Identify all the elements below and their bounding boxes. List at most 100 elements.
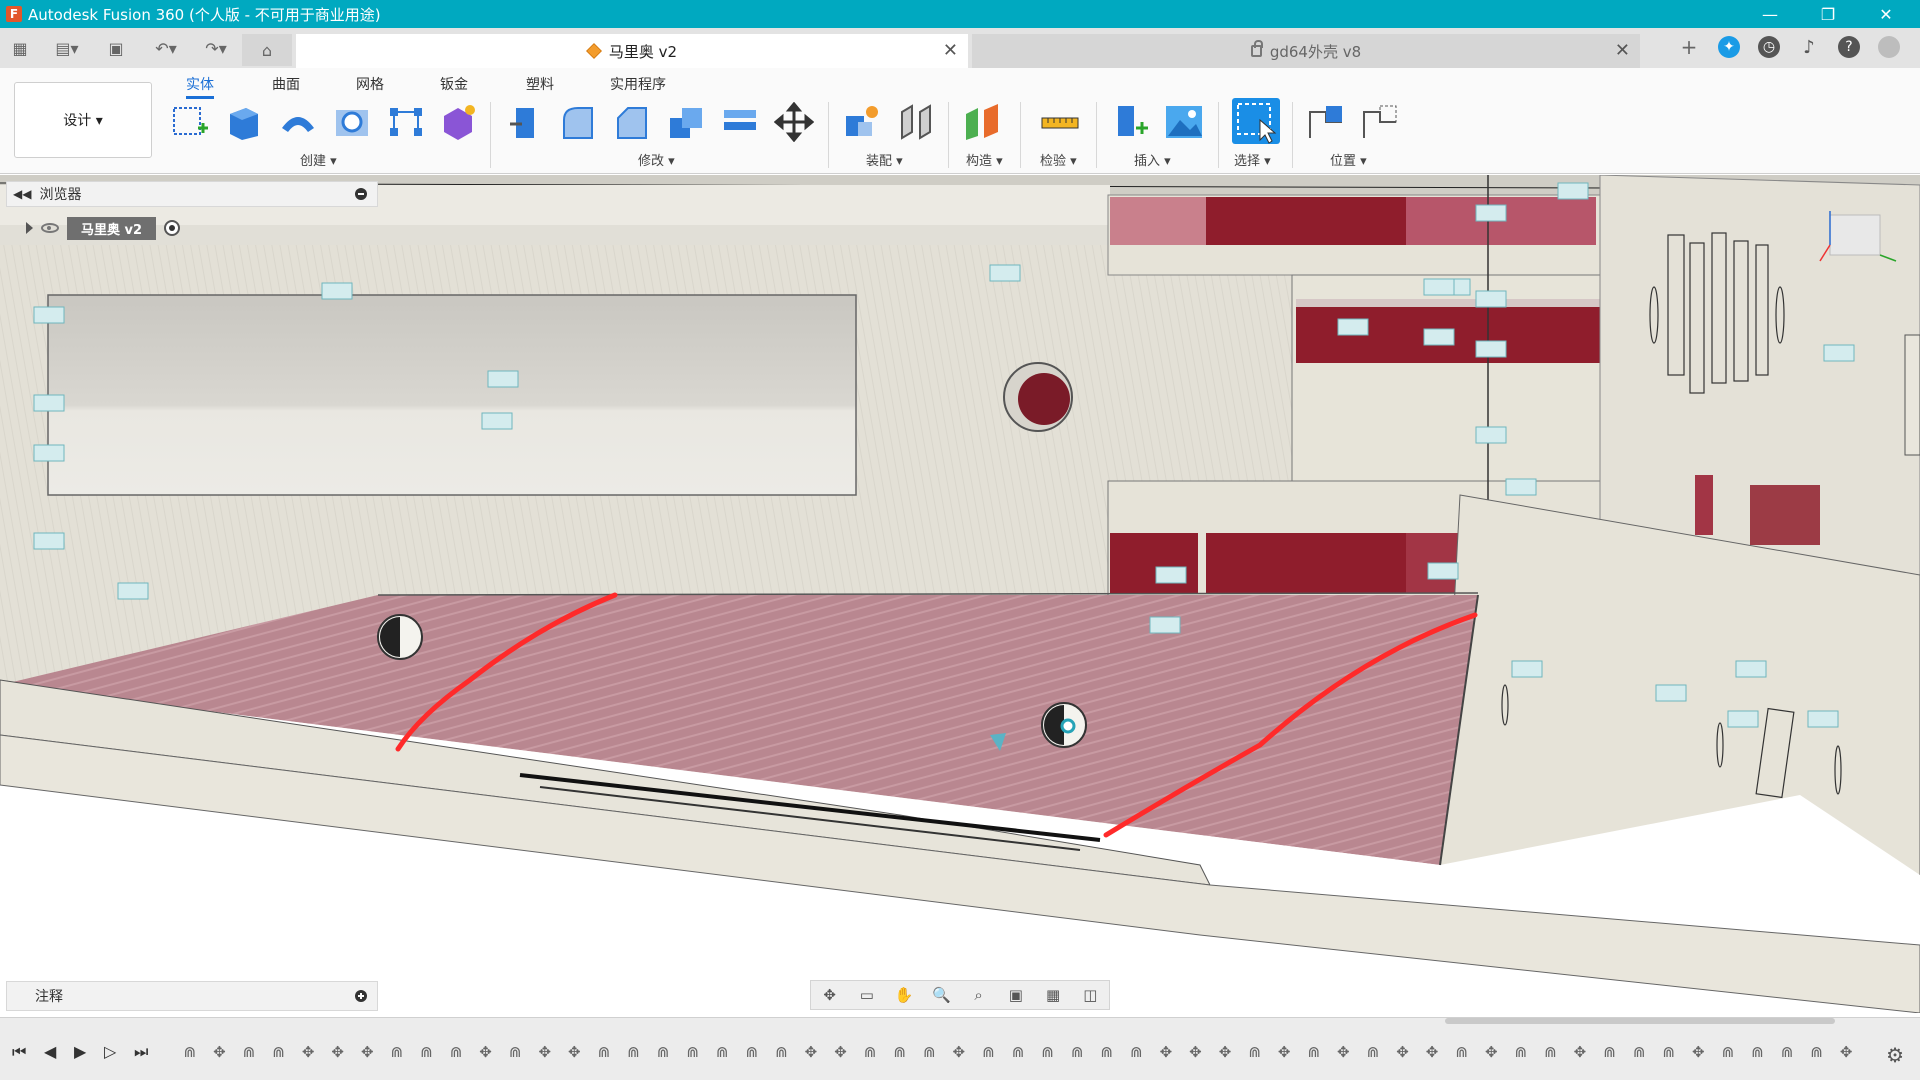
display-settings-icon[interactable]: ▣ xyxy=(1007,986,1025,1004)
press-pull-icon[interactable] xyxy=(506,102,546,142)
first-icon[interactable]: ⏮ xyxy=(12,1042,26,1062)
restore-button[interactable]: ❐ xyxy=(1800,0,1856,28)
timeline-joint-feature-icon[interactable]: ⋒ xyxy=(858,1041,882,1063)
close-tab-icon[interactable]: ✕ xyxy=(943,40,958,61)
timeline-joint-feature-icon[interactable]: ⋒ xyxy=(740,1041,764,1063)
tab-gd64-shell-v8[interactable]: gd64外壳 v8 ✕ xyxy=(972,34,1640,68)
model-canvas[interactable] xyxy=(0,175,1920,1013)
browser-panel[interactable]: ◀◀ 浏览器 xyxy=(6,181,378,207)
group-modify[interactable]: 修改 ▾ xyxy=(638,150,675,169)
timeline-joint-feature-icon[interactable]: ⋒ xyxy=(770,1041,794,1063)
timeline-joint-feature-icon[interactable]: ⋒ xyxy=(237,1041,261,1063)
timeline-move-feature-icon[interactable]: ✥ xyxy=(474,1041,498,1063)
zoom-window-icon[interactable]: ⌕ xyxy=(970,986,988,1004)
timeline-joint-feature-icon[interactable]: ⋒ xyxy=(1125,1041,1149,1063)
last-icon[interactable]: ⏭ xyxy=(134,1042,148,1062)
hole-icon[interactable] xyxy=(332,102,372,142)
timeline-move-feature-icon[interactable]: ✥ xyxy=(1568,1041,1592,1063)
timeline-joint-feature-icon[interactable]: ⋒ xyxy=(710,1041,734,1063)
timeline-joint-feature-icon[interactable]: ⋒ xyxy=(1065,1041,1089,1063)
timeline-move-feature-icon[interactable]: ✥ xyxy=(1420,1041,1444,1063)
timeline-move-feature-icon[interactable]: ✥ xyxy=(799,1041,823,1063)
timeline-move-feature-icon[interactable]: ✥ xyxy=(1686,1041,1710,1063)
timeline-joint-feature-icon[interactable]: ⋒ xyxy=(1361,1041,1385,1063)
timeline-joint-feature-icon[interactable]: ⋒ xyxy=(1598,1041,1622,1063)
viewports-icon[interactable]: ◫ xyxy=(1081,986,1099,1004)
timeline-move-feature-icon[interactable]: ✥ xyxy=(1479,1041,1503,1063)
timeline-joint-feature-icon[interactable]: ⋒ xyxy=(651,1041,675,1063)
chamfer-icon[interactable] xyxy=(612,102,652,142)
home-icon[interactable]: ⌂ xyxy=(242,34,292,66)
group-inspect[interactable]: 检验 ▾ xyxy=(1040,150,1077,169)
revert-position-icon[interactable] xyxy=(1360,102,1400,142)
timeline-joint-feature-icon[interactable]: ⋒ xyxy=(385,1041,409,1063)
data-panel-grid-icon[interactable]: ▦ xyxy=(8,36,32,60)
select-tool-icon[interactable] xyxy=(1232,98,1280,144)
previous-icon[interactable]: ◀ xyxy=(44,1042,56,1061)
orbit-icon[interactable]: ✥ xyxy=(821,986,839,1004)
model-viewport[interactable] xyxy=(0,175,1920,1013)
file-menu-icon[interactable]: ▤▾ xyxy=(50,36,84,60)
timeline-joint-feature-icon[interactable]: ⋒ xyxy=(1006,1041,1030,1063)
insert-image-icon[interactable] xyxy=(1164,102,1204,142)
timeline-joint-feature-icon[interactable]: ⋒ xyxy=(888,1041,912,1063)
settings-gear-icon[interactable]: ⚙ xyxy=(1886,1043,1904,1067)
tab-mesh[interactable]: 网格 xyxy=(356,74,384,94)
combine-icon[interactable] xyxy=(720,102,760,142)
timeline-move-feature-icon[interactable]: ✥ xyxy=(1154,1041,1178,1063)
timeline-move-feature-icon[interactable]: ✥ xyxy=(1391,1041,1415,1063)
timeline-move-feature-icon[interactable]: ✥ xyxy=(1332,1041,1356,1063)
timeline-joint-feature-icon[interactable]: ⋒ xyxy=(503,1041,527,1063)
user-avatar[interactable] xyxy=(1878,36,1900,58)
fillet-icon[interactable] xyxy=(558,102,598,142)
job-status-icon[interactable]: ◷ xyxy=(1758,36,1780,58)
timeline-joint-feature-icon[interactable]: ⋒ xyxy=(1036,1041,1060,1063)
root-component-label[interactable]: 马里奥 v2 xyxy=(67,216,157,240)
timeline-joint-feature-icon[interactable]: ⋒ xyxy=(444,1041,468,1063)
notifications-bell-icon[interactable]: ♪ xyxy=(1798,36,1820,58)
extrude-icon[interactable] xyxy=(224,102,264,142)
timeline-joint-feature-icon[interactable]: ⋒ xyxy=(1509,1041,1533,1063)
capture-position-icon[interactable] xyxy=(1306,102,1346,142)
extensions-icon[interactable]: ✦ xyxy=(1718,36,1740,58)
tab-surface[interactable]: 曲面 xyxy=(272,74,300,94)
workspace-switcher-button[interactable]: 设计 ▾ xyxy=(14,82,152,158)
timeline-move-feature-icon[interactable]: ✥ xyxy=(1834,1041,1858,1063)
group-assemble[interactable]: 装配 ▾ xyxy=(866,150,903,169)
browser-root-node[interactable]: 马里奥 v2 xyxy=(26,216,181,240)
group-create[interactable]: 创建 ▾ xyxy=(300,150,337,169)
measure-icon[interactable] xyxy=(1040,102,1080,142)
timeline-joint-feature-icon[interactable]: ⋒ xyxy=(267,1041,291,1063)
grid-icon[interactable]: ▦ xyxy=(1044,986,1062,1004)
timeline-move-feature-icon[interactable]: ✥ xyxy=(296,1041,320,1063)
timeline-joint-feature-icon[interactable]: ⋒ xyxy=(622,1041,646,1063)
visibility-eye-icon[interactable] xyxy=(41,223,59,233)
timeline-joint-feature-icon[interactable]: ⋒ xyxy=(1805,1041,1829,1063)
timeline-joint-feature-icon[interactable]: ⋒ xyxy=(1302,1041,1326,1063)
play-icon[interactable]: ▶ xyxy=(74,1042,86,1061)
timeline-joint-feature-icon[interactable]: ⋒ xyxy=(977,1041,1001,1063)
create-sketch-icon[interactable] xyxy=(170,102,210,142)
look-at-icon[interactable]: ▭ xyxy=(858,986,876,1004)
timeline-joint-feature-icon[interactable]: ⋒ xyxy=(1095,1041,1119,1063)
pan-icon[interactable]: ✋ xyxy=(895,986,914,1004)
zoom-icon[interactable]: 🔍 xyxy=(932,986,951,1004)
insert-derive-icon[interactable] xyxy=(1110,102,1150,142)
group-select[interactable]: 选择 ▾ xyxy=(1234,150,1271,169)
offset-plane-icon[interactable] xyxy=(962,102,1002,142)
timeline-move-feature-icon[interactable]: ✥ xyxy=(208,1041,232,1063)
timeline-move-feature-icon[interactable]: ✥ xyxy=(947,1041,971,1063)
timeline-joint-feature-icon[interactable]: ⋒ xyxy=(1746,1041,1770,1063)
redo-icon[interactable]: ↷▾ xyxy=(196,36,236,60)
timeline-joint-feature-icon[interactable]: ⋒ xyxy=(1243,1041,1267,1063)
timeline-move-feature-icon[interactable]: ✥ xyxy=(563,1041,587,1063)
add-comment-icon[interactable] xyxy=(355,990,367,1002)
timeline-track[interactable]: ⋒ ✥ ⋒ ⋒ ✥ ✥ ✥ ⋒ ⋒ ⋒ ✥ ⋒ ✥ ✥ ⋒ ⋒ ⋒ ⋒ ⋒ ⋒ ⋒ ✥ ✥ ⋒ ⋒ ⋒ ✥ ⋒ ⋒ ⋒ ⋒ ⋒ ⋒ ✥ ✥ ✥ ⋒ ✥ ⋒ ✥… xyxy=(178,1038,1858,1066)
timeline-move-feature-icon[interactable]: ✥ xyxy=(829,1041,853,1063)
shell-icon[interactable] xyxy=(666,102,706,142)
tab-plastic[interactable]: 塑料 xyxy=(526,74,554,94)
timeline-scrollbar[interactable] xyxy=(1445,1018,1835,1024)
collapse-browser-icon[interactable]: ◀◀ xyxy=(13,187,31,201)
timeline-joint-feature-icon[interactable]: ⋒ xyxy=(1775,1041,1799,1063)
timeline-move-feature-icon[interactable]: ✥ xyxy=(1272,1041,1296,1063)
